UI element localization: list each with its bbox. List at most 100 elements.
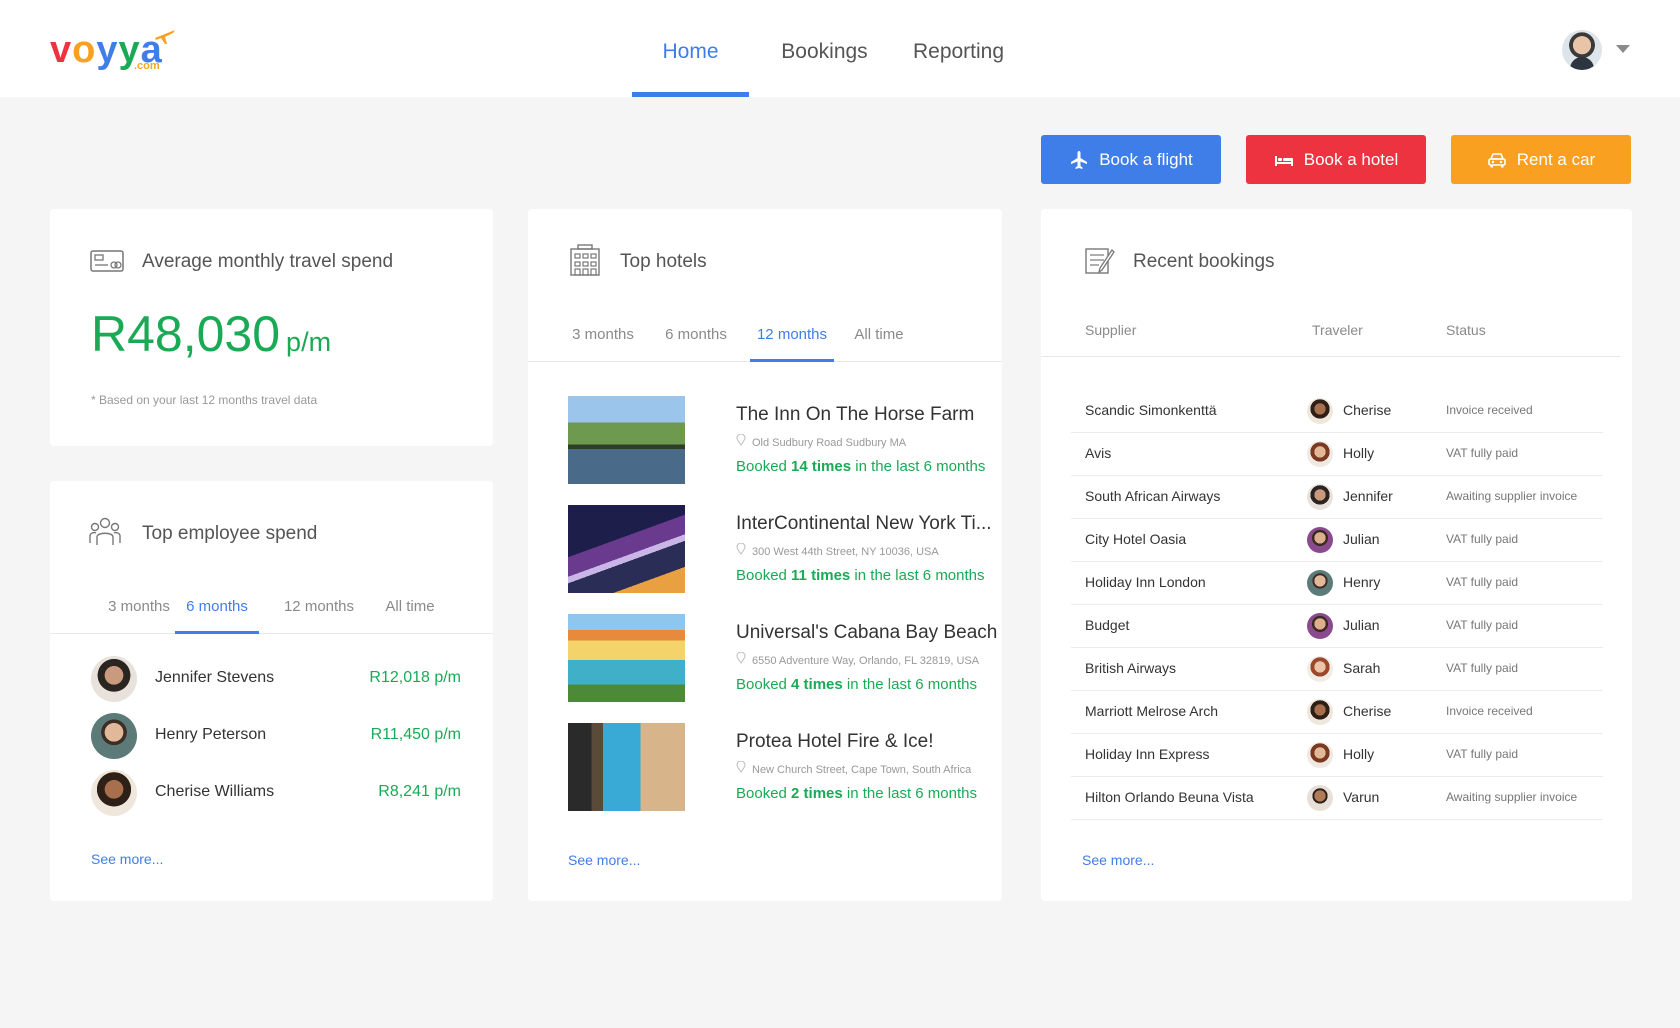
table-row[interactable]: Holiday Inn Express Holly VAT fully paid xyxy=(1071,733,1603,777)
supplier-cell: City Hotel Oasia xyxy=(1085,531,1187,547)
booked-prefix: Booked xyxy=(736,676,792,693)
hotel-photo xyxy=(568,614,685,702)
booked-prefix: Booked xyxy=(736,458,792,475)
table-row[interactable]: Scandic Simonkenttä Cherise Invoice rece… xyxy=(1071,389,1603,433)
employee-amount: R11,450 p/m xyxy=(370,726,461,743)
book-flight-button[interactable]: Book a flight xyxy=(1041,135,1221,184)
table-row[interactable]: Marriott Melrose Arch Cherise Invoice re… xyxy=(1071,690,1603,734)
employee-amount: R12,018 p/m xyxy=(369,669,461,686)
table-row[interactable]: Avis Holly VAT fully paid xyxy=(1071,432,1603,476)
book-hotel-button[interactable]: Book a hotel xyxy=(1246,135,1426,184)
booked-times: 14 times xyxy=(791,458,852,475)
hotel-item[interactable]: InterContinental New York Ti... 300 West… xyxy=(568,505,992,593)
status-cell: VAT fully paid xyxy=(1446,661,1519,675)
employee-row[interactable]: Cherise Williams R8,241 p/m xyxy=(91,770,461,816)
booked-suffix: in the last 6 months xyxy=(842,676,977,693)
hotel-address: 6550 Adventure Way, Orlando, FL 32819, U… xyxy=(736,652,979,667)
car-icon xyxy=(1487,150,1507,170)
avatar xyxy=(1307,613,1333,639)
table-row[interactable]: South African Airways Jennifer Awaiting … xyxy=(1071,475,1603,519)
voyya-logo[interactable]: voyya .com xyxy=(50,28,180,72)
hotel-address-text: 6550 Adventure Way, Orlando, FL 32819, U… xyxy=(752,655,980,667)
employee-name: Jennifer Stevens xyxy=(155,669,275,686)
nav-home[interactable]: Home xyxy=(632,0,749,97)
table-row[interactable]: Budget Julian VAT fully paid xyxy=(1071,604,1603,648)
employee-amount: R8,241 p/m xyxy=(378,783,461,800)
logo-letter: o xyxy=(72,29,97,71)
avatar xyxy=(1307,398,1333,424)
location-pin-icon xyxy=(736,652,746,664)
supplier-cell: Hilton Orlando Beuna Vista xyxy=(1085,789,1254,805)
column-traveler: Traveler xyxy=(1312,322,1363,338)
traveler-name: Cherise xyxy=(1343,703,1392,719)
hotel-address-text: New Church Street, Cape Town, South Afri… xyxy=(752,764,972,776)
spend-amount: R48,030 p/m xyxy=(91,305,331,363)
rent-car-button[interactable]: Rent a car xyxy=(1451,135,1631,184)
see-more-link[interactable]: See more... xyxy=(568,852,640,868)
status-cell: VAT fully paid xyxy=(1446,747,1519,761)
table-row[interactable]: City Hotel Oasia Julian VAT fully paid xyxy=(1071,518,1603,562)
hotel-booked-count: Booked 14 times in the last 6 months xyxy=(736,458,985,475)
tab-all-time[interactable]: All time xyxy=(850,321,908,361)
tab-all-time[interactable]: All time xyxy=(370,593,450,633)
status-cell: Awaiting supplier invoice xyxy=(1446,790,1578,804)
traveler-name: Julian xyxy=(1343,531,1380,547)
traveler-name: Henry xyxy=(1343,574,1381,590)
status-cell: VAT fully paid xyxy=(1446,446,1519,460)
user-avatar[interactable] xyxy=(1562,30,1602,70)
location-pin-icon xyxy=(736,434,746,446)
supplier-cell: Budget xyxy=(1085,617,1130,633)
tab-6-months[interactable]: 6 months xyxy=(661,321,731,361)
hotel-address: 300 West 44th Street, NY 10036, USA xyxy=(736,543,939,558)
status-cell: VAT fully paid xyxy=(1446,575,1519,589)
hotel-booked-count: Booked 11 times in the last 6 months xyxy=(736,567,985,584)
employee-name: Cherise Williams xyxy=(155,783,275,800)
hotel-address: Old Sudbury Road Sudbury MA xyxy=(736,434,906,449)
header-divider xyxy=(1041,356,1620,357)
tab-12-months[interactable]: 12 months xyxy=(750,321,834,362)
hotel-address: New Church Street, Cape Town, South Afri… xyxy=(736,761,971,776)
spend-note: * Based on your last 12 months travel da… xyxy=(91,393,318,407)
period-tabs: 3 months 6 months 12 months All time xyxy=(50,593,493,634)
see-more-link[interactable]: See more... xyxy=(1082,852,1154,868)
table-row[interactable]: British Airways Sarah VAT fully paid xyxy=(1071,647,1603,691)
traveler-name: Holly xyxy=(1343,445,1375,461)
bed-icon xyxy=(1274,150,1294,170)
employee-spend-card: Top employee spend 3 months 6 months 12 … xyxy=(50,481,493,901)
see-more-link[interactable]: See more... xyxy=(91,851,163,867)
hotel-photo xyxy=(568,396,685,484)
employee-row[interactable]: Henry Peterson R11,450 p/m xyxy=(91,713,461,759)
nav-reporting[interactable]: Reporting xyxy=(900,0,1017,97)
booked-prefix: Booked xyxy=(736,785,792,802)
hotel-item[interactable]: The Inn On The Horse Farm Old Sudbury Ro… xyxy=(568,396,985,484)
booked-suffix: in the last 6 months xyxy=(850,567,985,584)
logo-letter: y xyxy=(96,29,119,71)
location-pin-icon xyxy=(736,543,746,555)
hotel-building-icon xyxy=(570,244,600,276)
hotel-item[interactable]: Universal's Cabana Bay Beach 6550 Advent… xyxy=(568,614,997,702)
tab-3-months[interactable]: 3 months xyxy=(568,321,638,361)
avatar xyxy=(1307,656,1333,682)
avatar xyxy=(1307,484,1333,510)
plane-icon xyxy=(155,30,175,44)
table-row[interactable]: Holiday Inn London Henry VAT fully paid xyxy=(1071,561,1603,605)
hotel-address-text: 300 West 44th Street, NY 10036, USA xyxy=(752,546,939,558)
employee-row[interactable]: Jennifer Stevens R12,018 p/m xyxy=(91,656,461,702)
avatar xyxy=(1307,785,1333,811)
tab-12-months[interactable]: 12 months xyxy=(267,593,371,633)
recent-bookings-card: Recent bookings Supplier Traveler Status… xyxy=(1041,209,1632,901)
user-menu[interactable] xyxy=(1562,30,1642,72)
booked-suffix: in the last 6 months xyxy=(842,785,977,802)
hotel-name: Protea Hotel Fire & Ice! xyxy=(736,731,934,752)
tab-6-months[interactable]: 6 months xyxy=(175,593,259,634)
chevron-down-icon[interactable] xyxy=(1616,45,1630,53)
table-row[interactable]: Hilton Orlando Beuna Vista Varun Awaitin… xyxy=(1071,776,1603,820)
traveler-name: Julian xyxy=(1343,617,1380,633)
nav-bookings[interactable]: Bookings xyxy=(766,0,883,97)
traveler-name: Cherise xyxy=(1343,402,1392,418)
avatar xyxy=(1307,699,1333,725)
hotel-booked-count: Booked 4 times in the last 6 months xyxy=(736,676,977,693)
team-icon xyxy=(89,517,121,545)
status-cell: Invoice received xyxy=(1446,704,1533,718)
hotel-item[interactable]: Protea Hotel Fire & Ice! New Church Stre… xyxy=(568,723,978,811)
